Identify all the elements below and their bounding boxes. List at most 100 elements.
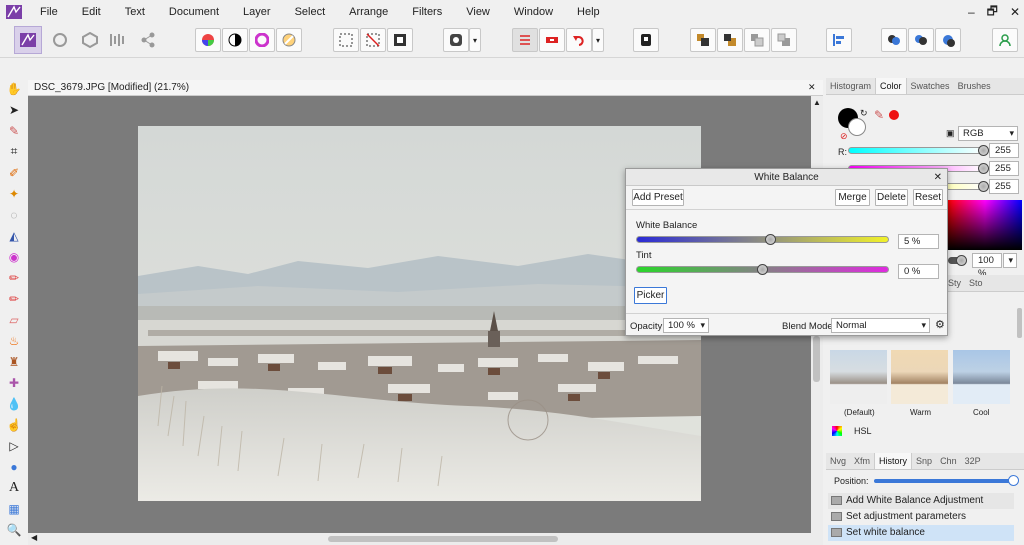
deselect-icon[interactable] [360, 28, 386, 52]
hsl-adjustment-item[interactable]: HSL [854, 426, 872, 436]
color-wheel-icon[interactable] [195, 28, 221, 52]
tab-snapshots[interactable]: Snp [912, 453, 936, 469]
horizontal-scrollbar[interactable]: ◀ [28, 533, 823, 545]
menu-help[interactable]: Help [565, 0, 612, 24]
history-entry[interactable]: Add White Balance Adjustment [828, 493, 1014, 509]
document-close-icon[interactable]: ✕ [808, 82, 816, 93]
history-entry-selected[interactable]: Set white balance [828, 525, 1014, 541]
white-balance-slider-knob[interactable] [764, 234, 776, 245]
snapping-icon[interactable] [512, 28, 538, 52]
adjustments-scroll-thumb[interactable] [1017, 308, 1022, 338]
photo-persona-icon[interactable] [14, 26, 42, 54]
arrange-forward-icon[interactable] [744, 28, 770, 52]
preset-cool-thumb[interactable] [953, 350, 1010, 404]
picker-button[interactable]: Picker [634, 287, 667, 304]
hand-tool-icon[interactable]: ✋ [0, 78, 28, 99]
menu-arrange[interactable]: Arrange [337, 0, 400, 24]
swap-colors-icon[interactable]: ↻ [860, 108, 868, 119]
restore-button[interactable]: 🗗 [987, 2, 998, 23]
color-picker-icon[interactable]: ✎ [874, 108, 884, 122]
pen-tool-icon[interactable]: ▷ [0, 435, 28, 456]
opacity-dropdown[interactable]: 100 % [663, 318, 709, 333]
boolean-intersect-icon[interactable] [935, 28, 961, 52]
history-entry[interactable]: Set adjustment parameters [828, 509, 1014, 525]
photo-image[interactable] [138, 126, 701, 501]
user-account-icon[interactable] [992, 28, 1018, 52]
b-slider-knob[interactable] [978, 181, 989, 192]
menu-layer[interactable]: Layer [231, 0, 283, 24]
hsl-icon[interactable] [249, 28, 275, 52]
clone-brush-icon[interactable]: ♜ [0, 351, 28, 372]
reset-button[interactable]: Reset [913, 189, 943, 206]
color-replacement-icon[interactable]: ✏ [0, 288, 28, 309]
move-tool-icon[interactable]: ➤ [0, 99, 28, 120]
arrange-backward-icon[interactable] [771, 28, 797, 52]
secondary-color-swatch[interactable] [848, 118, 866, 136]
white-balance-icon[interactable] [276, 28, 302, 52]
color-spectrum[interactable] [948, 200, 1022, 250]
gradient-tool-icon[interactable]: ◉ [0, 246, 28, 267]
flood-select-icon[interactable]: ✦ [0, 183, 28, 204]
dodge-brush-icon[interactable]: ♨ [0, 330, 28, 351]
tab-32p[interactable]: 32P [961, 453, 985, 469]
g-slider-knob[interactable] [978, 163, 989, 174]
r-slider[interactable] [848, 147, 984, 154]
document-tab[interactable]: DSC_3679.JPG [Modified] (21.7%) ✕ [28, 80, 823, 96]
menu-select[interactable]: Select [283, 0, 338, 24]
menu-edit[interactable]: Edit [70, 0, 113, 24]
delete-button[interactable]: Delete [875, 189, 908, 206]
gear-icon[interactable]: ⚙ [935, 318, 945, 331]
marquee-icon[interactable] [333, 28, 359, 52]
dialog-close-icon[interactable]: ✕ [934, 169, 942, 186]
color-model-dropdown[interactable]: RGB [958, 126, 1018, 141]
smudge-brush-icon[interactable]: ☝ [0, 414, 28, 435]
position-slider-knob[interactable] [1008, 475, 1019, 486]
undo-icon[interactable] [566, 28, 592, 52]
menu-file[interactable]: File [28, 0, 70, 24]
white-balance-slider[interactable] [636, 236, 889, 243]
text-tool-icon[interactable]: A [0, 477, 28, 498]
contrast-icon[interactable] [222, 28, 248, 52]
color-opacity-value[interactable]: 100 % [972, 253, 1002, 279]
tab-brushes[interactable]: Brushes [954, 78, 995, 94]
tone-mapping-persona-icon[interactable] [104, 26, 132, 54]
quick-mask-dropdown[interactable]: ▾ [469, 28, 481, 52]
minimize-button[interactable]: ‒ [968, 5, 975, 19]
undo-dropdown[interactable]: ▾ [592, 28, 604, 52]
lock-icon[interactable]: ▣ [946, 128, 955, 139]
b-value[interactable]: 255 [989, 179, 1019, 194]
tab-swatches[interactable]: Swatches [907, 78, 954, 94]
menu-document[interactable]: Document [157, 0, 231, 24]
vertical-scroll-thumb[interactable] [813, 336, 820, 382]
blur-brush-icon[interactable]: 💧 [0, 393, 28, 414]
opacity-slider-knob[interactable] [956, 255, 967, 266]
tab-stock[interactable]: Sto [965, 275, 987, 291]
preset-warm-thumb[interactable] [891, 350, 948, 404]
g-value[interactable]: 255 [989, 161, 1019, 176]
position-slider[interactable] [874, 479, 1012, 483]
menu-text[interactable]: Text [113, 0, 157, 24]
assistant-icon[interactable] [633, 28, 659, 52]
healing-brush-icon[interactable]: ✚ [0, 372, 28, 393]
tab-navigator[interactable]: Nvg [826, 453, 850, 469]
preset-default-thumb[interactable] [830, 350, 887, 404]
merge-button[interactable]: Merge [835, 189, 870, 206]
mesh-warp-icon[interactable]: ▦ [0, 498, 28, 519]
menu-filters[interactable]: Filters [400, 0, 454, 24]
erase-brush-icon[interactable]: ▱ [0, 309, 28, 330]
quick-mask-icon[interactable] [443, 28, 469, 52]
tab-channels[interactable]: Chn [936, 453, 961, 469]
arrange-back-icon[interactable] [690, 28, 716, 52]
liquify-persona-icon[interactable] [46, 26, 74, 54]
blend-mode-dropdown[interactable]: Normal [831, 318, 930, 333]
color-opacity-dropdown[interactable] [1003, 253, 1017, 268]
app-logo-icon[interactable] [0, 0, 28, 24]
zoom-tool-icon[interactable]: 🔍 [0, 519, 28, 540]
r-value[interactable]: 255 [989, 143, 1019, 158]
r-slider-knob[interactable] [978, 145, 989, 156]
arrange-front-icon[interactable] [717, 28, 743, 52]
tab-color[interactable]: Color [875, 78, 907, 94]
invert-selection-icon[interactable] [387, 28, 413, 52]
scroll-up-icon[interactable]: ▲ [813, 98, 821, 107]
add-preset-button[interactable]: Add Preset [632, 189, 684, 206]
